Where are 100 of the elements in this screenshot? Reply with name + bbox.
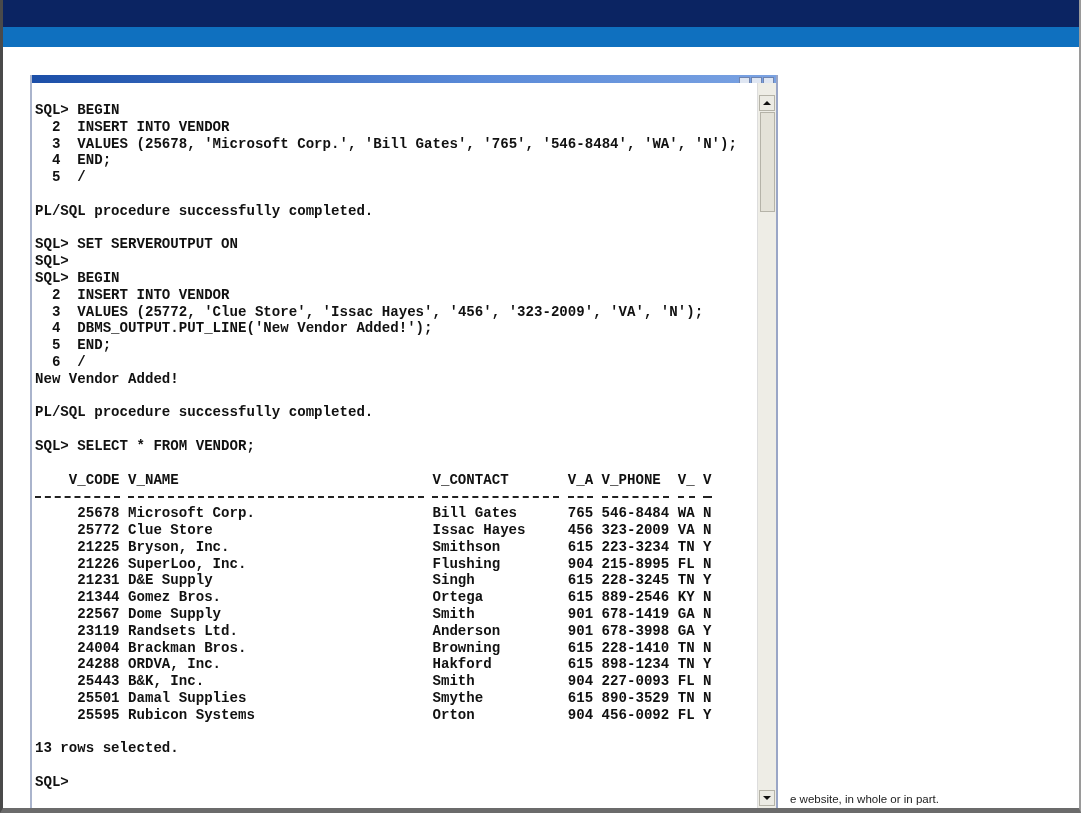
table-cell: FL bbox=[677, 673, 695, 690]
table-cell-text: Ortega bbox=[432, 589, 485, 606]
console-line: New Vendor Added! bbox=[35, 370, 180, 388]
scroll-up-icon[interactable] bbox=[759, 95, 775, 111]
column-header: V_NAME bbox=[128, 471, 180, 489]
console-line: SQL> bbox=[35, 253, 70, 270]
copyright-note: e website, in whole or in part. bbox=[790, 793, 939, 805]
table-cell: 323-2009 bbox=[601, 521, 670, 539]
table-cell-text: Issac Hayes bbox=[432, 521, 527, 539]
table-cell-text: Gomez Bros. bbox=[128, 589, 223, 606]
table-cell: FL bbox=[677, 706, 695, 724]
table-cell: 904 bbox=[567, 706, 594, 724]
table-cell: 615 bbox=[567, 538, 594, 556]
table-cell-text: 23119 bbox=[76, 622, 120, 640]
table-cell: TN bbox=[677, 656, 695, 674]
table-cell: 615 bbox=[567, 639, 594, 657]
table-cell-text: 25443 bbox=[76, 673, 120, 690]
console-line: 3 VALUES (25678, 'Microsoft Corp.', 'Bill Gates', '765', '546-8484', 'WA', 'N'); bbox=[50, 135, 738, 153]
table-cell: N bbox=[703, 555, 712, 573]
table-cell: KY bbox=[677, 589, 695, 606]
column-header: V_PHONE bbox=[601, 471, 662, 489]
console-line: 4 DBMS_OUTPUT.PUT_LINE('New Vendor Added!'); bbox=[50, 320, 434, 338]
table-cell: 904 bbox=[567, 673, 594, 690]
column-header: V_CODE bbox=[67, 471, 120, 489]
table-cell-text: 24004 bbox=[76, 639, 120, 657]
console-line: 5 / bbox=[50, 169, 87, 186]
table-cell: TN bbox=[677, 572, 695, 590]
table-cell-text: 21225 bbox=[76, 538, 120, 556]
table-cell-text: Bill Gates bbox=[432, 505, 519, 522]
table-cell-text: Randsets Ltd. bbox=[128, 622, 239, 640]
console-line: 4 END; bbox=[50, 152, 113, 170]
table-cell-text: Singh bbox=[432, 572, 476, 590]
table-cell: 901 bbox=[567, 605, 594, 623]
table-cell: 615 bbox=[567, 656, 594, 674]
table-cell: 228-1410 bbox=[601, 639, 670, 657]
table-cell: FL bbox=[677, 555, 695, 573]
table-cell-text: 21344 bbox=[76, 589, 120, 606]
table-cell-text: Smith bbox=[432, 605, 476, 623]
table-cell: 546-8484 bbox=[601, 505, 670, 522]
table-cell-text: SuperLoo, Inc. bbox=[128, 555, 248, 573]
console-line: SQL> SET SERVEROUTPUT ON bbox=[35, 236, 239, 254]
console-line: 6 / bbox=[50, 353, 87, 371]
table-cell: 678-1419 bbox=[601, 605, 670, 623]
table-cell: Y bbox=[703, 656, 712, 674]
table-cell-text: Anderson bbox=[432, 622, 502, 640]
table-cell: TN bbox=[677, 538, 695, 556]
table-cell-text: ORDVA, Inc. bbox=[128, 656, 223, 674]
table-cell: TN bbox=[677, 639, 695, 657]
table-cell: VA bbox=[677, 521, 695, 539]
table-cell-text: Brackman Bros. bbox=[128, 639, 248, 657]
console-line: PL/SQL procedure successfully completed. bbox=[35, 202, 375, 220]
table-cell-text: Orton bbox=[432, 706, 476, 724]
table-cell: N bbox=[703, 673, 712, 690]
console-line: SQL> BEGIN bbox=[35, 102, 121, 119]
table-cell: Y bbox=[703, 538, 712, 556]
table-cell: 615 bbox=[567, 689, 594, 707]
table-cell-text: 25595 bbox=[76, 706, 120, 724]
table-cell: 615 bbox=[567, 572, 594, 590]
table-cell: TN bbox=[677, 689, 695, 707]
table-cell: N bbox=[703, 505, 712, 522]
table-cell-text: Bryson, Inc. bbox=[128, 538, 231, 556]
table-cell-text: 25678 bbox=[76, 505, 120, 522]
table-cell-text: 24288 bbox=[76, 656, 120, 674]
console-line: SQL> bbox=[35, 773, 70, 791]
table-cell-text: 25501 bbox=[76, 689, 120, 707]
console-line: PL/SQL procedure successfully completed. bbox=[35, 404, 375, 422]
column-header: V_A bbox=[567, 471, 594, 489]
table-cell-text: Hakford bbox=[432, 656, 493, 674]
scrollbar[interactable] bbox=[757, 83, 776, 808]
table-cell-text: Damal Supplies bbox=[128, 689, 248, 707]
console-line: 13 rows selected. bbox=[35, 740, 180, 758]
table-cell-text: Browning bbox=[432, 639, 502, 657]
table-cell: 456-0092 bbox=[601, 706, 670, 724]
table-cell-text: Rubicon Systems bbox=[128, 706, 256, 724]
table-cell: 898-1234 bbox=[601, 656, 670, 674]
scroll-down-icon[interactable] bbox=[759, 790, 775, 806]
table-cell-text: Microsoft Corp. bbox=[128, 505, 256, 522]
console-line: 3 VALUES (25772, 'Clue Store', 'Issac Hayes', '456', '323-2009', 'VA', 'N'); bbox=[50, 303, 705, 321]
column-header: V_CONTACT bbox=[432, 471, 510, 489]
table-cell-text: Flushing bbox=[432, 555, 502, 573]
table-cell-text: 21231 bbox=[76, 572, 120, 590]
table-cell: 678-3998 bbox=[601, 622, 670, 640]
table-cell: GA bbox=[677, 622, 695, 640]
table-cell-text: B&K, Inc. bbox=[128, 673, 206, 690]
scroll-thumb[interactable] bbox=[759, 112, 775, 212]
table-cell: 456 bbox=[567, 521, 594, 539]
console-line: 5 END; bbox=[50, 337, 113, 354]
table-cell: N bbox=[703, 689, 712, 707]
table-cell: 215-8995 bbox=[601, 555, 670, 573]
console-line: 2 INSERT INTO VENDOR bbox=[50, 118, 231, 136]
table-cell-text: Smythe bbox=[432, 689, 485, 707]
table-cell-text: Smithson bbox=[432, 538, 502, 556]
table-cell-text: Dome Supply bbox=[128, 605, 223, 623]
table-cell-text: Clue Store bbox=[128, 521, 214, 539]
table-cell: Y bbox=[703, 572, 712, 590]
table-cell: N bbox=[703, 605, 712, 623]
table-cell-text: 25772 bbox=[76, 521, 120, 539]
table-cell: GA bbox=[677, 605, 695, 623]
table-cell: 901 bbox=[567, 622, 594, 640]
table-cell-text: D&E Supply bbox=[128, 572, 214, 590]
